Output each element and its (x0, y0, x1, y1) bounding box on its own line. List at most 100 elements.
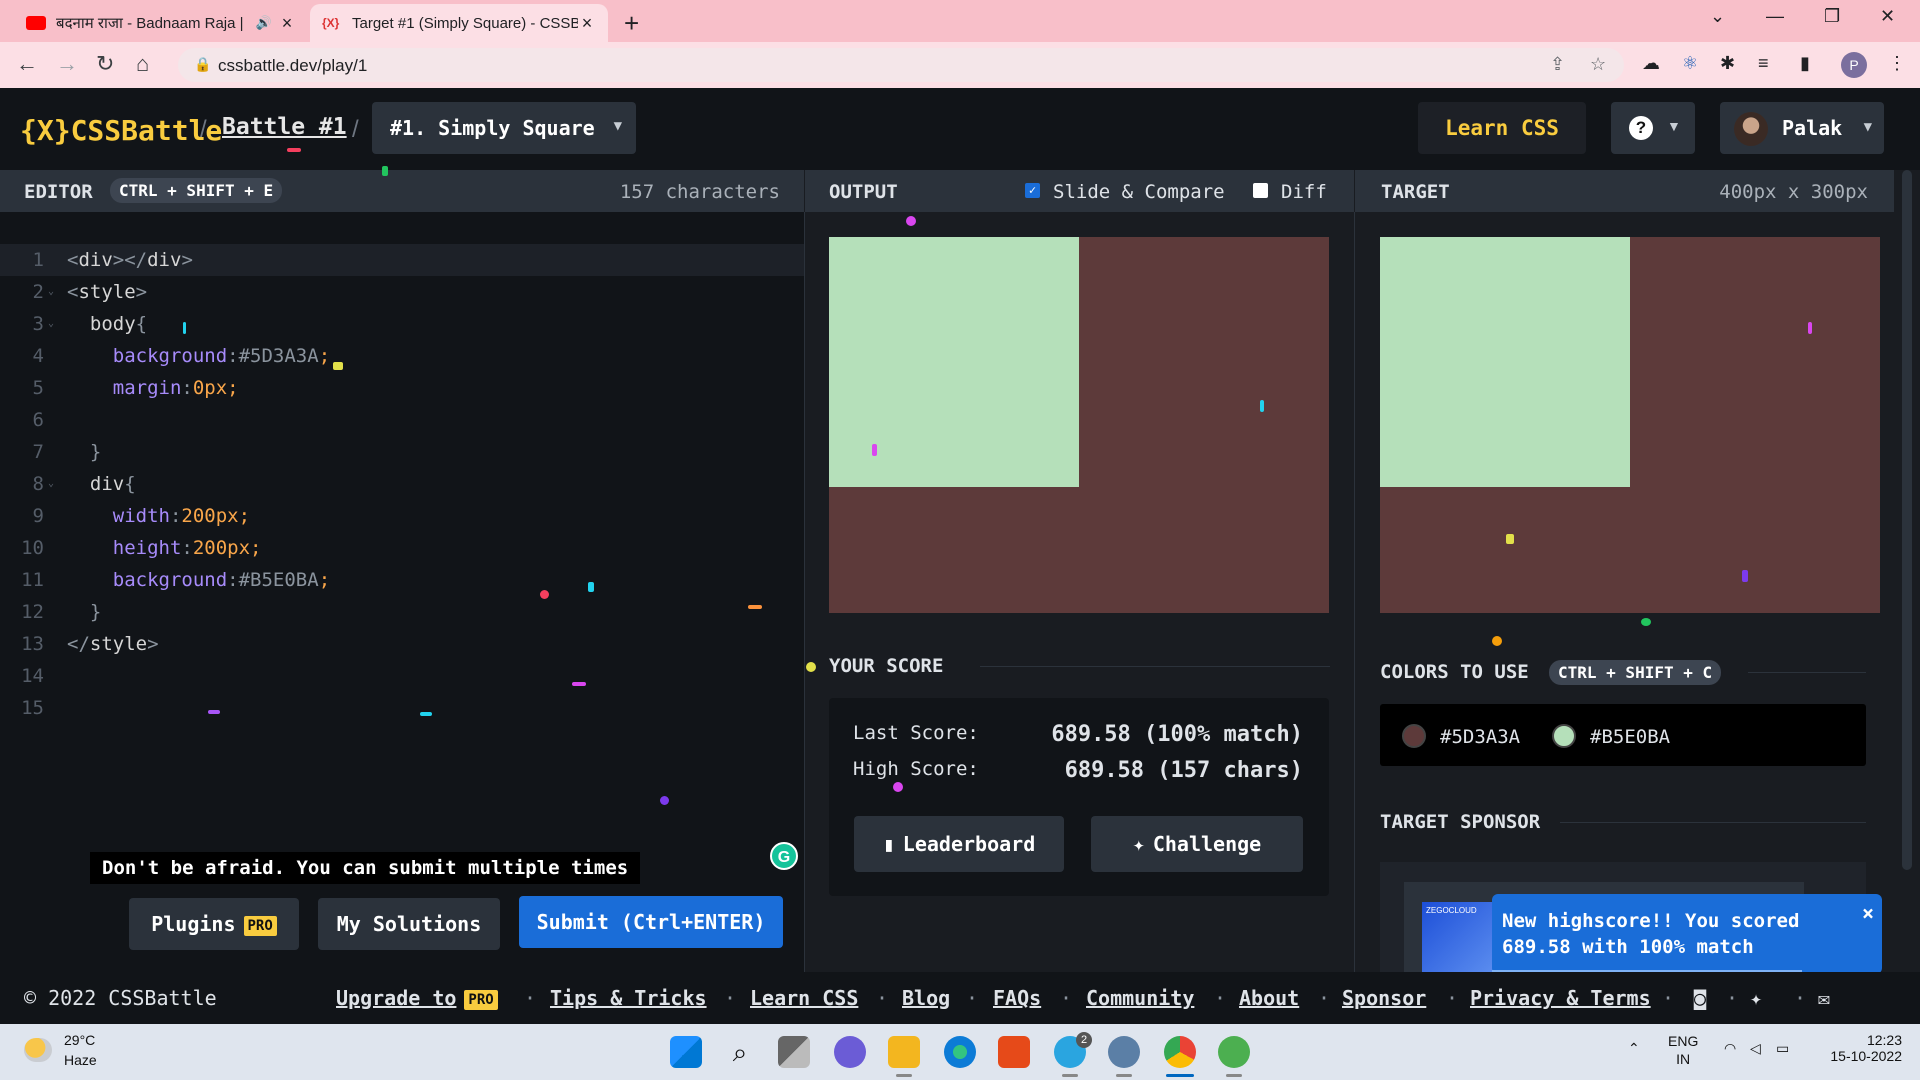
footer-link-learn-css[interactable]: Learn CSS (750, 986, 858, 1010)
slide-compare-checkbox[interactable]: ✓ (1025, 183, 1040, 198)
language-indicator[interactable]: ENG IN (1668, 1032, 1698, 1068)
user-name: Palak (1782, 116, 1843, 140)
slide-compare-label[interactable]: Slide & Compare (1053, 181, 1225, 203)
fold-icon[interactable]: ⌄ (48, 308, 54, 340)
minimize-icon[interactable]: — (1766, 6, 1784, 27)
footer-link-about[interactable]: About (1239, 986, 1299, 1010)
search-icon[interactable]: ⌕ (724, 1036, 756, 1068)
tray-overflow-icon[interactable]: ⌃ (1628, 1040, 1640, 1057)
code-line: 4 background:#5D3A3A; (0, 340, 804, 372)
extension-cloud-icon[interactable]: ☁ (1642, 53, 1660, 74)
target-select[interactable]: #1. Simply Square ▼ (372, 102, 636, 154)
weather-icon[interactable] (24, 1038, 52, 1062)
address-bar[interactable]: 🔒 cssbattle.dev/play/1 ⇪ ☆ (178, 48, 1624, 82)
utorrent-icon[interactable] (1218, 1036, 1250, 1068)
restore-icon[interactable]: ❐ (1824, 6, 1840, 27)
close-window-icon[interactable]: ✕ (1880, 6, 1895, 27)
code-line: 3 ⌄ body{ (0, 308, 804, 340)
speaker-icon[interactable]: 🔊 (256, 15, 272, 31)
submit-button[interactable]: Submit (Ctrl+ENTER) (519, 896, 783, 948)
line-number: 13 (21, 633, 44, 655)
chat-icon[interactable] (834, 1036, 866, 1068)
plugins-label: Plugins (151, 912, 236, 936)
learn-css-button[interactable]: Learn CSS (1418, 102, 1586, 154)
grammarly-icon[interactable]: G (770, 842, 798, 870)
weather-description[interactable]: Haze (64, 1052, 97, 1068)
volume-icon[interactable]: ◁ (1750, 1040, 1761, 1057)
browser-toolbar: ← → ↻ ⌂ 🔒 cssbattle.dev/play/1 ⇪ ☆ ☁ ⚛ ✱… (0, 42, 1920, 88)
scrollbar-thumb[interactable] (1902, 170, 1912, 870)
reload-icon[interactable]: ↻ (96, 51, 114, 77)
side-panel-icon[interactable]: ▮ (1800, 53, 1810, 74)
weather-temperature[interactable]: 29°C (64, 1032, 95, 1048)
start-icon[interactable] (670, 1036, 702, 1068)
line-number: 11 (21, 569, 44, 591)
fold-icon[interactable]: ⌄ (48, 276, 54, 308)
color-hex[interactable]: #B5E0BA (1590, 726, 1670, 748)
clock-date: 15-10-2022 (1830, 1048, 1902, 1064)
editor-header: EDITOR CTRL + SHIFT + E 157 characters (0, 170, 804, 212)
upgrade-link[interactable]: Upgrade to PRO (336, 986, 498, 1010)
output-canvas[interactable] (829, 237, 1329, 613)
footer-link-privacy[interactable]: Privacy & Terms (1470, 986, 1651, 1010)
task-view-icon[interactable] (778, 1036, 810, 1068)
share-icon[interactable]: ⇪ (1550, 54, 1565, 75)
code-line: 7 } (0, 436, 804, 468)
fold-icon[interactable]: ⌄ (48, 468, 54, 500)
diff-checkbox[interactable] (1253, 183, 1268, 198)
color-swatch[interactable] (1402, 724, 1426, 748)
chrome-icon[interactable] (1164, 1036, 1196, 1068)
close-icon[interactable]: × (1862, 900, 1874, 926)
separator-dot: · (1318, 986, 1331, 1010)
footer-link-sponsor[interactable]: Sponsor (1342, 986, 1426, 1010)
close-tab-icon[interactable]: × (578, 13, 596, 34)
extension-react-icon[interactable]: ⚛ (1682, 53, 1698, 74)
reading-list-icon[interactable]: ≡ (1758, 53, 1769, 74)
profile-avatar[interactable]: P (1841, 52, 1867, 78)
file-explorer-icon[interactable] (888, 1036, 920, 1068)
menu-kebab-icon[interactable]: ⋮ (1888, 53, 1906, 74)
close-tab-icon[interactable]: × (278, 13, 296, 34)
confetti-piece (872, 444, 877, 456)
line-number: 12 (21, 601, 44, 623)
challenge-button[interactable]: ✦ Challenge (1091, 816, 1303, 872)
footer-link-tips[interactable]: Tips & Tricks (550, 986, 707, 1010)
color-hex[interactable]: #5D3A3A (1440, 726, 1520, 748)
footer-link-community[interactable]: Community (1086, 986, 1194, 1010)
color-swatch[interactable] (1552, 724, 1576, 748)
battle-link[interactable]: Battle #1 (222, 114, 347, 140)
home-icon[interactable]: ⌂ (136, 51, 149, 77)
email-icon[interactable]: ✉ (1818, 986, 1830, 1010)
extensions-puzzle-icon[interactable]: ✱ (1720, 53, 1735, 74)
discord-icon[interactable]: ◙ (1694, 986, 1706, 1010)
windows-taskbar: 29°C Haze ⌕ 2 ⌃ ENG IN ◠ ◁ ▭ 12:23 15-10-… (0, 1024, 1920, 1080)
settings-gear-icon[interactable] (1108, 1036, 1140, 1068)
footer-link-faqs[interactable]: FAQs (993, 986, 1041, 1010)
cssbattle-logo[interactable]: {X}CSSBattle (20, 114, 222, 147)
new-tab-button[interactable]: + (624, 8, 639, 39)
sponsor-image[interactable]: ZEGOCLOUD (1422, 902, 1494, 972)
diff-label[interactable]: Diff (1281, 181, 1327, 203)
forward-icon[interactable]: → (56, 51, 78, 77)
line-number: 5 (32, 377, 44, 399)
footer-link-blog[interactable]: Blog (902, 986, 950, 1010)
back-icon[interactable]: ← (16, 51, 38, 77)
line-number: 3 (32, 313, 44, 335)
office-icon[interactable] (998, 1036, 1030, 1068)
plugins-button[interactable]: Plugins PRO (129, 898, 299, 950)
browser-tab-youtube[interactable]: बदनाम राजा - Badnaam Raja | 🔊 × (14, 4, 308, 42)
system-clock[interactable]: 12:23 15-10-2022 (1822, 1032, 1902, 1064)
bookmark-star-icon[interactable]: ☆ (1590, 54, 1606, 75)
leaderboard-button[interactable]: ▮ Leaderboard (854, 816, 1064, 872)
battery-icon[interactable]: ▭ (1776, 1040, 1789, 1057)
tab-search-icon[interactable]: ⌄ (1710, 6, 1725, 27)
page-scrollbar[interactable] (1894, 170, 1920, 972)
wifi-icon[interactable]: ◠ (1724, 1040, 1736, 1057)
browser-tab-cssbattle[interactable]: {X} Target #1 (Simply Square) - CSSB × (310, 4, 608, 42)
twitter-icon[interactable]: ✦ (1750, 986, 1762, 1010)
user-menu-button[interactable]: Palak ▼ (1720, 102, 1884, 154)
help-button[interactable]: ? ▼ (1611, 102, 1695, 154)
my-solutions-button[interactable]: My Solutions (318, 898, 500, 950)
edge-icon[interactable] (944, 1036, 976, 1068)
line-number: 2 (32, 281, 44, 303)
